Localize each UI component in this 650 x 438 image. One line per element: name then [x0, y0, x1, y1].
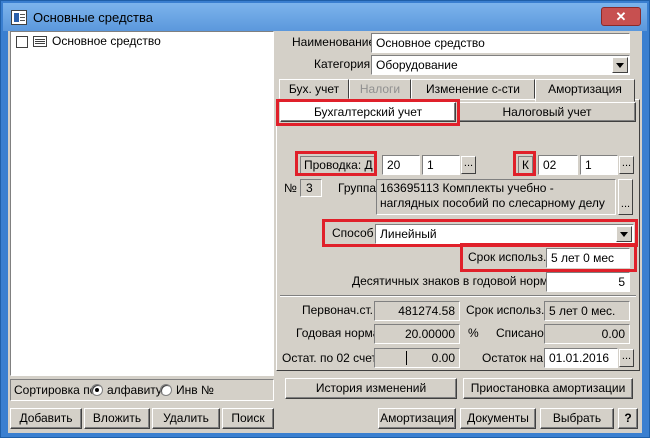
remainder-on-label: Остаток на	[482, 351, 544, 365]
window-title: Основные средства	[33, 10, 153, 25]
asset-tree[interactable]: Основное средство	[10, 31, 274, 376]
posting-debit-label: Проводка: Д	[300, 156, 377, 174]
insert-button[interactable]: Вложить	[84, 408, 150, 429]
documents-button[interactable]: Документы	[460, 408, 536, 429]
main-window: Основные средства ✕ Основное средство Со…	[0, 0, 650, 438]
summary-term-value: 5 лет 0 мес.	[544, 301, 630, 321]
divider	[280, 295, 636, 297]
balance-value: 0.00	[374, 348, 460, 368]
table-icon	[33, 36, 47, 47]
tab-cost-change[interactable]: Изменение с-сти	[411, 79, 535, 99]
debit-sub-field[interactable]: 1	[422, 155, 460, 175]
delete-button[interactable]: Удалить	[152, 408, 220, 429]
window-client-area: Основное средство Сортировка по алфавиту…	[8, 31, 642, 433]
written-off-value: 0.00	[544, 324, 630, 344]
credit-ellipsis-button[interactable]: ...	[619, 156, 634, 174]
tree-item-checkbox[interactable]	[16, 36, 28, 48]
credit-sub-field[interactable]: 1	[580, 155, 618, 175]
sort-label: Сортировка по	[14, 383, 97, 397]
name-label: Наименование	[292, 35, 376, 49]
subtab-tax[interactable]: Налоговый учет	[458, 102, 636, 122]
remainder-on-date[interactable]: 01.01.2016	[544, 348, 618, 368]
category-label: Категория	[314, 57, 371, 71]
select-button[interactable]: Выбрать	[540, 408, 614, 429]
term-label: Срок использ.	[468, 250, 547, 264]
title-bar[interactable]: Основные средства ✕	[3, 3, 647, 31]
method-select[interactable]: Линейный	[375, 224, 634, 244]
method-label: Способ	[332, 226, 374, 240]
category-select[interactable]: Оборудование	[371, 55, 630, 75]
sort-alpha-radio[interactable]	[91, 384, 103, 396]
initial-cost-value: 481274.58	[374, 301, 460, 321]
tab-taxes[interactable]: Налоги	[349, 79, 411, 99]
add-button[interactable]: Добавить	[10, 408, 82, 429]
date-ellipsis-button[interactable]: ...	[619, 349, 634, 367]
decimals-label: Десятичных знаков в годовой норме	[352, 274, 555, 288]
posting-credit-label: К	[518, 156, 533, 174]
sort-inv-radio[interactable]	[160, 384, 172, 396]
group-num-field: 3	[300, 179, 322, 197]
sort-bar: Сортировка по алфавиту Инв №	[10, 379, 274, 401]
tab-amortization[interactable]: Амортизация	[535, 79, 635, 102]
app-icon	[11, 10, 27, 25]
annual-rate-label: Годовая норма	[296, 326, 380, 340]
chevron-down-icon[interactable]	[616, 226, 632, 242]
sort-inv-label[interactable]: Инв №	[176, 383, 214, 397]
group-label: Группа	[338, 181, 377, 195]
tree-item-label[interactable]: Основное средство	[52, 34, 161, 48]
percent-sign: %	[468, 326, 479, 340]
suspend-amortization-button[interactable]: Приостановка амортизации	[463, 378, 633, 399]
debit-account-field[interactable]: 20	[382, 155, 420, 175]
tab-accounting[interactable]: Бух. учет	[279, 79, 349, 99]
group-num-label: №	[284, 181, 297, 195]
cursor-caret	[406, 351, 407, 365]
group-description: 163695113 Комплекты учебно - наглядных п…	[376, 179, 616, 215]
decimals-field[interactable]: 5	[546, 272, 630, 292]
name-field[interactable]: Основное средство	[371, 33, 630, 53]
term-field[interactable]: 5 лет 0 мес	[546, 248, 630, 268]
help-button[interactable]: ?	[618, 408, 638, 429]
chevron-down-icon[interactable]	[612, 57, 628, 73]
balance-label: Остат. по 02 счету	[282, 351, 384, 365]
history-button[interactable]: История изменений	[285, 378, 457, 399]
annual-rate-value: 20.00000	[374, 324, 460, 344]
debit-ellipsis-button[interactable]: ...	[461, 156, 476, 174]
written-off-label: Списано	[496, 326, 544, 340]
amortization-button[interactable]: Амортизация	[378, 408, 456, 429]
group-ellipsis-button[interactable]: ...	[618, 179, 633, 215]
close-button[interactable]: ✕	[601, 7, 641, 26]
summary-term-label: Срок использ.	[466, 303, 545, 317]
credit-account-field[interactable]: 02	[538, 155, 578, 175]
initial-cost-label: Первонач.ст.	[302, 303, 374, 317]
subtab-accounting[interactable]: Бухгалтерский учет	[280, 102, 456, 122]
sort-alpha-label[interactable]: алфавиту	[107, 383, 162, 397]
tab-strip: Бух. учет Налоги Изменение с-сти Амортиз…	[276, 79, 640, 102]
search-button[interactable]: Поиск	[222, 408, 274, 429]
